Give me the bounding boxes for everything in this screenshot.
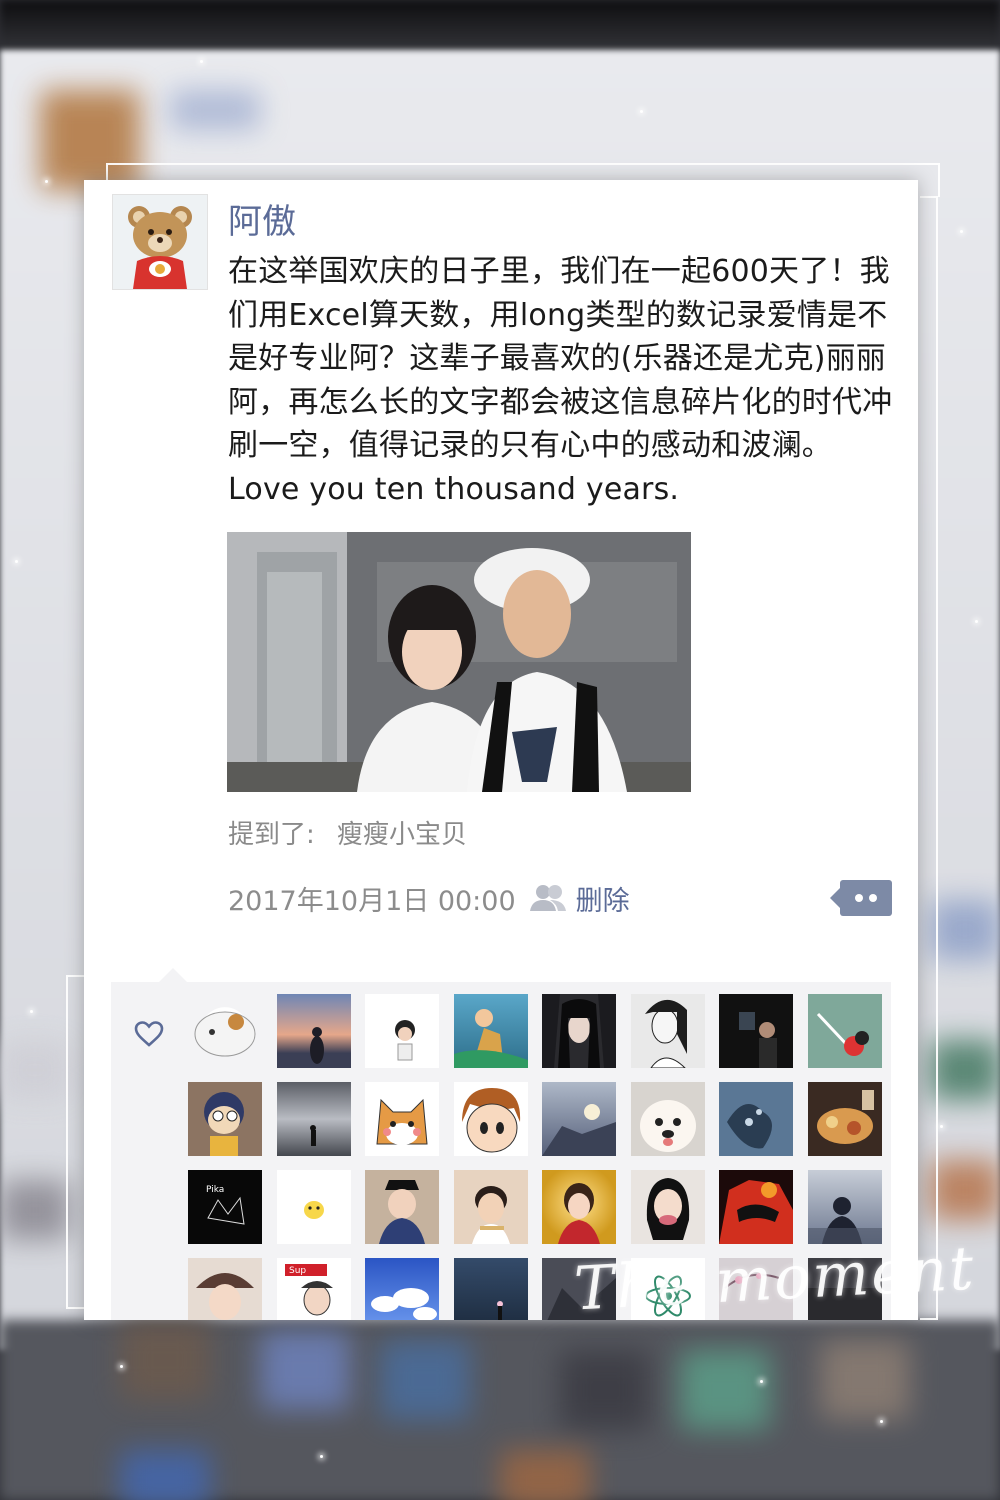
svg-text:Sup: Sup — [289, 1266, 306, 1276]
liker-avatar[interactable] — [276, 994, 351, 1068]
liker-avatar[interactable] — [630, 994, 705, 1068]
liker-avatar[interactable]: Pika — [188, 1170, 262, 1244]
liker-avatar[interactable] — [719, 1082, 793, 1156]
sparkle — [45, 180, 48, 183]
liker-avatar[interactable] — [542, 994, 616, 1068]
liker-avatar[interactable] — [188, 994, 262, 1068]
bg-tile-blur — [560, 1350, 650, 1430]
comment-dots-icon — [869, 894, 877, 902]
liker-avatar[interactable]: Sup — [276, 1258, 351, 1320]
bg-tile-blur — [380, 1340, 470, 1420]
svg-text:Pika: Pika — [206, 1185, 224, 1195]
sparkle — [30, 1010, 33, 1013]
sparkle — [15, 560, 18, 563]
liker-avatar[interactable] — [453, 994, 528, 1068]
decorative-frame — [920, 196, 938, 1320]
sparkle — [120, 1365, 123, 1368]
people-icon — [529, 885, 566, 911]
sparkle — [960, 230, 963, 233]
sparkle — [880, 1420, 883, 1423]
liker-avatar[interactable] — [453, 1258, 528, 1320]
sparkle — [320, 1455, 323, 1458]
liker-avatar[interactable] — [542, 1170, 616, 1244]
delete-link[interactable]: 删除 — [576, 879, 630, 918]
post-timestamp: 2017年10月1日 00:00 — [228, 885, 516, 917]
comment-dots-icon — [855, 894, 863, 902]
bg-tile-blur — [930, 1040, 1000, 1100]
likes-pointer — [159, 968, 187, 982]
bg-name-blur — [170, 90, 260, 130]
liker-avatar[interactable] — [807, 994, 882, 1068]
mention-name[interactable]: 瘦瘦小宝贝 — [337, 820, 467, 850]
liker-avatar[interactable] — [542, 1082, 616, 1156]
liker-avatar[interactable] — [188, 1258, 262, 1320]
liker-avatar[interactable] — [807, 1082, 882, 1156]
liker-avatar[interactable] — [188, 1082, 262, 1156]
liker-avatar[interactable] — [365, 1170, 439, 1244]
mention-label: 提到了: — [228, 820, 315, 850]
bg-tile-blur — [680, 1350, 770, 1430]
bg-comment-blur — [930, 900, 1000, 960]
comment-button[interactable] — [830, 880, 892, 916]
sparkle — [200, 60, 203, 63]
post-meta: 2017年10月1日 00:00 删除 — [228, 878, 630, 918]
bg-tile-blur — [120, 1320, 210, 1400]
author-name[interactable]: 阿傲 — [228, 194, 296, 243]
post-photo[interactable] — [227, 532, 691, 792]
bg-tile-blur — [930, 1160, 1000, 1220]
bg-tile-blur — [120, 1450, 210, 1500]
bg-tile-blur — [260, 1330, 350, 1410]
sparkle — [760, 1380, 763, 1383]
liker-avatar[interactable] — [719, 1170, 793, 1244]
teddy-bear-avatar-icon — [113, 195, 207, 289]
avatar[interactable] — [112, 194, 208, 290]
mention-line: 提到了: 瘦瘦小宝贝 — [228, 814, 467, 851]
liker-avatar[interactable] — [276, 1170, 351, 1244]
liker-avatar[interactable] — [719, 994, 793, 1068]
liker-avatar[interactable] — [365, 994, 439, 1068]
bg-tile-blur — [500, 1450, 590, 1500]
liker-avatar[interactable] — [365, 1258, 439, 1320]
sparkle — [940, 1125, 943, 1128]
liker-avatar[interactable] — [630, 1170, 705, 1244]
bg-tile-blur — [0, 1180, 70, 1240]
sparkle — [640, 110, 643, 113]
liker-avatar[interactable] — [453, 1082, 528, 1156]
heart-icon — [134, 1021, 164, 1047]
bg-tile-blur — [0, 1040, 70, 1100]
sparkle — [975, 620, 978, 623]
post-text: 在这举国欢庆的日子里，我们在一起600天了！我们用Excel算天数，用long类… — [228, 254, 893, 507]
bg-tile-blur — [820, 1340, 910, 1420]
moments-post-card: 阿傲 在这举国欢庆的日子里，我们在一起600天了！我们用Excel算天数，用lo… — [84, 180, 918, 1320]
liker-avatar[interactable] — [365, 1082, 439, 1156]
liker-avatar[interactable] — [453, 1170, 528, 1244]
liker-avatar[interactable] — [276, 1082, 351, 1156]
liker-avatar[interactable] — [630, 1082, 705, 1156]
liker-avatar[interactable] — [807, 1170, 882, 1244]
